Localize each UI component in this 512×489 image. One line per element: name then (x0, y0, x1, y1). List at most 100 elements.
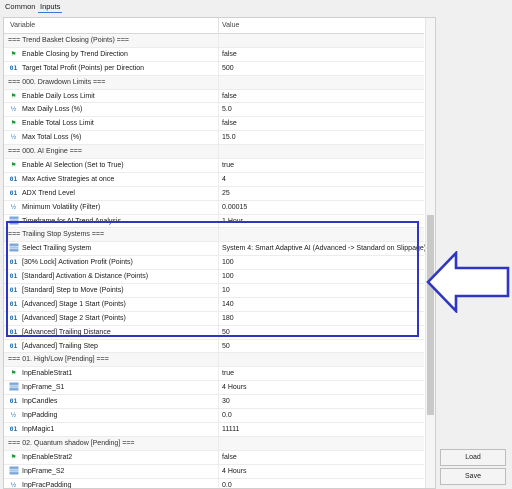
load-button[interactable]: Load (440, 449, 506, 466)
int-icon: 01 (9, 188, 18, 197)
double-icon: ½ (10, 412, 17, 420)
table-row[interactable]: ⚑ Enable Total Loss Limit false (4, 117, 425, 132)
column-header-value[interactable]: Value (218, 18, 425, 33)
left-arrow-annotation (426, 251, 510, 313)
table-row[interactable]: ½ Max Total Loss (%) 15.0 (4, 131, 425, 146)
variable-name: Enable Total Loss Limit (22, 120, 94, 128)
variable-name: InpMagic1 (22, 425, 55, 433)
variable-value[interactable]: 4 Hours (218, 381, 425, 395)
flag-icon: ⚑ (10, 50, 17, 58)
tab-bar: Common Inputs (0, 0, 512, 14)
double-icon: ½ (10, 106, 17, 114)
variable-value[interactable]: false (218, 47, 425, 61)
variable-value[interactable]: 0.0 (218, 478, 425, 488)
table-row[interactable]: ⚑ Enable Daily Loss Limit false (4, 89, 425, 104)
variable-value (218, 145, 425, 159)
variable-name: Minimum Volatility (Filter) (22, 203, 101, 211)
flag-icon: ⚑ (10, 162, 17, 170)
variable-name: Max Total Loss (%) (22, 134, 82, 142)
scrollbar-thumb[interactable] (427, 215, 434, 415)
variable-value[interactable]: 4 Hours (218, 464, 425, 478)
variable-value[interactable]: 5.0 (218, 103, 425, 117)
variable-name: [Advanced] Trailing Step (22, 342, 98, 350)
int-icon: 01 (9, 424, 18, 433)
table-row[interactable]: ⚑ InpEnableStrat2 false (4, 450, 425, 465)
variable-value (218, 34, 425, 47)
int-icon: 01 (9, 397, 18, 406)
variable-name: ADX Trend Level (22, 189, 75, 197)
variable-name: InpPadding (22, 412, 58, 420)
table-row[interactable]: 01 ADX Trend Level 25 (4, 186, 425, 201)
variable-name: === Trend Basket Closing (Points) === (8, 37, 130, 44)
table-row[interactable]: 01 InpMagic1 11111 (4, 422, 425, 437)
variable-name: InpFrame_S2 (22, 467, 65, 475)
variable-value[interactable]: 30 (218, 395, 425, 409)
tab-common[interactable]: Common (5, 1, 35, 13)
variable-name: Target Total Profit (Points) per Directi… (22, 64, 145, 72)
variable-name: === 01. High/Low [Pending] === (8, 356, 109, 364)
variable-value[interactable]: 500 (218, 61, 425, 75)
table-row[interactable]: ⚑ Enable AI Selection (Set to True) true (4, 159, 424, 173)
variable-value (218, 75, 425, 89)
section-row: === 000. Drawdown Limits === (4, 75, 425, 90)
table-row[interactable]: 01 Max Active Strategies at once 4 (4, 172, 425, 187)
variable-name: InpFracPadding (22, 481, 72, 489)
variable-name: InpEnableStrat1 (22, 370, 73, 378)
variable-value[interactable]: 0.0 (218, 409, 425, 423)
section-row: === 000. AI Engine === (4, 145, 425, 160)
variable-value[interactable]: 0.00015 (218, 200, 425, 214)
flag-icon: ⚑ (10, 453, 17, 461)
variable-name: Enable Closing by Trend Direction (22, 50, 128, 58)
int-icon: 01 (9, 174, 18, 183)
variable-value[interactable]: true (218, 159, 425, 173)
table-row[interactable]: InpFrame_S2 4 Hours (4, 464, 425, 479)
int-icon: 01 (9, 63, 18, 72)
table-row[interactable]: InpFrame_S1 4 Hours (4, 381, 425, 396)
enum-icon (8, 382, 19, 393)
table-row[interactable]: ⚑ InpEnableStrat1 true (4, 367, 425, 382)
table-row[interactable]: ½ Max Daily Loss (%) 5.0 (4, 103, 425, 118)
variable-name: === 02. Quantum shadow [Pending] === (8, 439, 135, 447)
table-row[interactable]: 01 [Advanced] Trailing Step 50 (4, 339, 425, 354)
variable-value[interactable]: false (218, 450, 425, 464)
table-row[interactable]: ⚑ Enable Closing by Trend Direction false (4, 47, 425, 62)
variable-name: === 000. Drawdown Limits === (8, 78, 106, 86)
variable-name: Enable AI Selection (Set to True) (22, 162, 124, 170)
variable-name: InpFrame_S1 (22, 384, 65, 392)
flag-icon: ⚑ (10, 370, 17, 378)
variable-value[interactable]: 50 (218, 339, 425, 353)
section-row: === Trend Basket Closing (Points) === (4, 34, 424, 48)
table-row[interactable]: ½ InpPadding 0.0 (4, 409, 424, 423)
variable-name: === 000. AI Engine === (8, 148, 82, 156)
double-icon: ½ (10, 203, 17, 211)
variable-name: InpCandles (22, 398, 58, 406)
int-icon: 01 (9, 341, 18, 350)
tab-inputs[interactable]: Inputs (38, 1, 63, 13)
variable-value[interactable]: 4 (218, 172, 425, 186)
double-icon: ½ (10, 134, 17, 142)
variable-value[interactable]: 11111 (218, 422, 425, 436)
section-row: === 02. Quantum shadow [Pending] === (4, 436, 425, 451)
column-header-variable[interactable]: Variable (10, 18, 35, 33)
variable-value[interactable]: true (218, 367, 425, 381)
section-row: === 01. High/Low [Pending] === (4, 353, 425, 368)
variable-value[interactable]: 15.0 (218, 131, 425, 145)
table-header: Variable Value (4, 18, 424, 34)
variable-value[interactable]: 25 (218, 186, 425, 200)
variable-name: Max Active Strategies at once (22, 175, 115, 183)
variable-value (218, 353, 425, 367)
variable-value[interactable]: false (218, 117, 425, 131)
table-row[interactable]: ½ InpFracPadding 0.0 (4, 478, 425, 489)
double-icon: ½ (10, 481, 17, 489)
save-button[interactable]: Save (440, 468, 506, 485)
variable-name: Max Daily Loss (%) (22, 106, 83, 114)
variable-value[interactable]: false (218, 89, 425, 103)
enum-icon (8, 466, 19, 477)
trailing-stop-highlight-box (6, 221, 419, 337)
variable-name: Enable Daily Loss Limit (22, 92, 95, 100)
variable-value (218, 436, 425, 450)
table-row[interactable]: 01 Target Total Profit (Points) per Direc… (4, 61, 425, 76)
variable-name: InpEnableStrat2 (22, 453, 73, 461)
table-row[interactable]: 01 InpCandles 30 (4, 395, 425, 410)
table-row[interactable]: ½ Minimum Volatility (Filter) 0.00015 (4, 200, 425, 215)
